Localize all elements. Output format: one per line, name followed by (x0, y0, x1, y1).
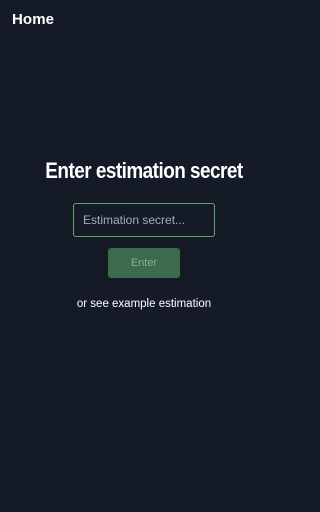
estimation-secret-input[interactable] (74, 204, 214, 236)
home-link[interactable]: Home (12, 11, 54, 28)
page-title: Enter estimation secret (45, 158, 243, 183)
enter-button[interactable]: Enter (108, 248, 180, 278)
secret-input-container (73, 203, 215, 237)
example-estimation-link[interactable]: or see example estimation (0, 298, 288, 310)
